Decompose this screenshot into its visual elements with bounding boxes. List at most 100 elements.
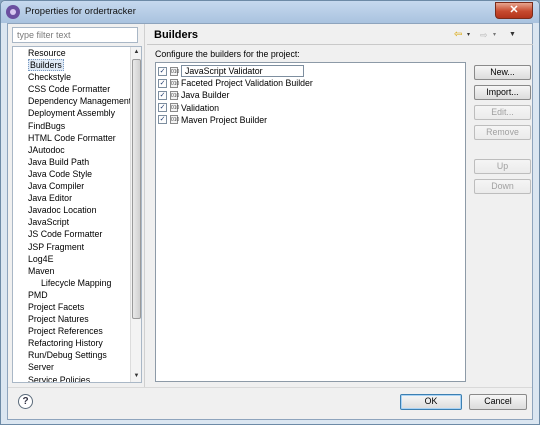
builder-icon: 010: [170, 115, 180, 125]
help-icon[interactable]: ?: [18, 394, 33, 409]
tree-item[interactable]: Java Compiler: [13, 180, 131, 192]
tree-item[interactable]: Java Editor: [13, 192, 131, 204]
close-button[interactable]: ✕: [495, 2, 533, 19]
tree-item[interactable]: Java Build Path: [13, 156, 131, 168]
tree-item-label: Checkstyle: [28, 72, 72, 83]
tree-item-label: Maven: [28, 265, 55, 276]
property-page-list: Resource Builders Checkstyle CSS Code Forma…: [13, 47, 131, 383]
builder-icon: 010: [170, 103, 180, 113]
tree-scrollbar[interactable]: ▲ ▼: [130, 47, 141, 382]
tree-item[interactable]: Lifecycle Mapping: [13, 277, 131, 289]
move-down-button[interactable]: Down: [474, 179, 531, 194]
tree-item[interactable]: Maven: [13, 265, 131, 277]
tree-item[interactable]: JSP Fragment: [13, 241, 131, 253]
scroll-thumb[interactable]: [132, 59, 141, 319]
tree-item[interactable]: Checkstyle: [13, 71, 131, 83]
builder-checkbox[interactable]: ✓: [158, 90, 167, 100]
new-builder-button[interactable]: New...: [474, 65, 531, 80]
tree-item-label: PMD: [28, 289, 48, 300]
tree-item-label: Javadoc Location: [28, 205, 97, 216]
tree-item[interactable]: JavaScript: [13, 216, 131, 228]
page-navigation-tools: ⇦ ▾ ⇨ ▾ ▼: [454, 29, 524, 41]
tree-item-label: Refactoring History: [28, 338, 103, 349]
tree-item-label: Resource: [28, 48, 66, 58]
tree-item[interactable]: Refactoring History: [13, 337, 131, 349]
builder-row[interactable]: ✓ 010 Java Builder: [158, 89, 229, 101]
tree-item-label: CSS Code Formatter: [28, 84, 111, 95]
tree-item[interactable]: Run/Debug Settings: [13, 349, 131, 361]
tree-item-label: Project Facets: [28, 301, 85, 312]
builder-checkbox[interactable]: ✓: [158, 78, 167, 88]
tree-item-label: Builders: [28, 59, 64, 72]
view-menu-icon[interactable]: ▼: [509, 29, 516, 41]
pane-splitter[interactable]: [144, 24, 145, 387]
forward-arrow-icon[interactable]: ⇨: [480, 29, 488, 41]
tree-item[interactable]: Javadoc Location: [13, 204, 131, 216]
tree-item-label: Log4E: [28, 253, 54, 264]
tree-item-label: FindBugs: [28, 120, 66, 131]
footer-divider: [8, 387, 532, 388]
tree-item[interactable]: Dependency Management: [13, 95, 131, 107]
scroll-down-arrow[interactable]: ▼: [131, 371, 141, 382]
title-bar: Properties for ordertracker ✕: [1, 1, 539, 23]
tree-item[interactable]: Java Code Style: [13, 168, 131, 180]
builder-icon: 010: [170, 90, 180, 100]
builders-list[interactable]: ✓ 010 JavaScript Validator ✓ 010 Faceted Proj…: [155, 62, 466, 382]
tree-item-label: Run/Debug Settings: [28, 350, 107, 361]
eclipse-app-icon: [6, 5, 20, 19]
builder-label: Faceted Project Validation Builder: [181, 78, 313, 89]
builder-icon: 010: [170, 78, 180, 88]
dialog-client-area: type filter text Resource Builders Checkst…: [7, 23, 533, 420]
builder-checkbox[interactable]: ✓: [158, 66, 167, 76]
page-title: Builders: [154, 29, 199, 41]
remove-builder-button[interactable]: Remove: [474, 125, 531, 140]
builder-checkbox[interactable]: ✓: [158, 115, 167, 125]
builder-row[interactable]: ✓ 010 Faceted Project Validation Builder: [158, 77, 313, 89]
tree-item[interactable]: CSS Code Formatter: [13, 83, 131, 95]
tree-item[interactable]: Project Natures: [13, 313, 131, 325]
builder-checkbox[interactable]: ✓: [158, 103, 167, 113]
tree-item[interactable]: FindBugs: [13, 120, 131, 132]
tree-item-label: Deployment Assembly: [28, 108, 116, 119]
builders-instruction: Configure the builders for the project:: [155, 49, 300, 59]
edit-builder-button[interactable]: Edit...: [474, 105, 531, 120]
builder-label: Maven Project Builder: [181, 114, 268, 125]
window-title: Properties for ordertracker: [25, 6, 136, 17]
forward-history-dropdown-icon[interactable]: ▾: [493, 29, 496, 41]
cancel-button[interactable]: Cancel: [469, 394, 527, 410]
tree-item[interactable]: Deployment Assembly: [13, 107, 131, 119]
back-arrow-icon[interactable]: ⇦: [454, 29, 462, 41]
filter-input[interactable]: type filter text: [12, 27, 138, 43]
tree-item[interactable]: JS Code Formatter: [13, 228, 131, 240]
move-up-button[interactable]: Up: [474, 159, 531, 174]
tree-item[interactable]: Server: [13, 361, 131, 373]
tree-item-label: HTML Code Formatter: [28, 132, 116, 143]
builder-row[interactable]: ✓ 010 Maven Project Builder: [158, 114, 267, 126]
tree-item[interactable]: PMD: [13, 289, 131, 301]
tree-item[interactable]: JAutodoc: [13, 144, 131, 156]
import-builder-button[interactable]: Import...: [474, 85, 531, 100]
ok-button[interactable]: OK: [400, 394, 462, 410]
tree-item-label: Dependency Management: [28, 96, 132, 107]
builder-row[interactable]: ✓ 010 Validation: [158, 102, 219, 114]
tree-item[interactable]: Project Facets: [13, 301, 131, 313]
tree-item-label: Java Build Path: [28, 156, 90, 167]
tree-item-label: Java Editor: [28, 193, 73, 204]
tree-item[interactable]: HTML Code Formatter: [13, 132, 131, 144]
property-page-tree[interactable]: Resource Builders Checkstyle CSS Code Forma…: [12, 46, 142, 383]
properties-dialog: Properties for ordertracker ✕ type filte…: [0, 0, 540, 425]
tree-item[interactable]: Log4E: [13, 253, 131, 265]
builder-label: JavaScript Validator: [181, 65, 304, 77]
tree-item[interactable]: Builders: [13, 59, 131, 72]
tree-item-label: JAutodoc: [28, 144, 65, 155]
scroll-up-arrow[interactable]: ▲: [131, 47, 141, 58]
tree-item[interactable]: Project References: [13, 325, 131, 337]
back-history-dropdown-icon[interactable]: ▾: [467, 29, 470, 41]
tree-item-label: Service Policies: [28, 374, 91, 383]
builder-row[interactable]: ✓ 010 JavaScript Validator: [158, 65, 304, 77]
tree-item-label: Project Natures: [28, 314, 89, 325]
tree-item[interactable]: Resource: [13, 47, 131, 59]
tree-item[interactable]: Service Policies: [13, 374, 131, 383]
builder-icon: 010: [170, 66, 180, 76]
tree-item-label: JavaScript: [28, 217, 70, 228]
